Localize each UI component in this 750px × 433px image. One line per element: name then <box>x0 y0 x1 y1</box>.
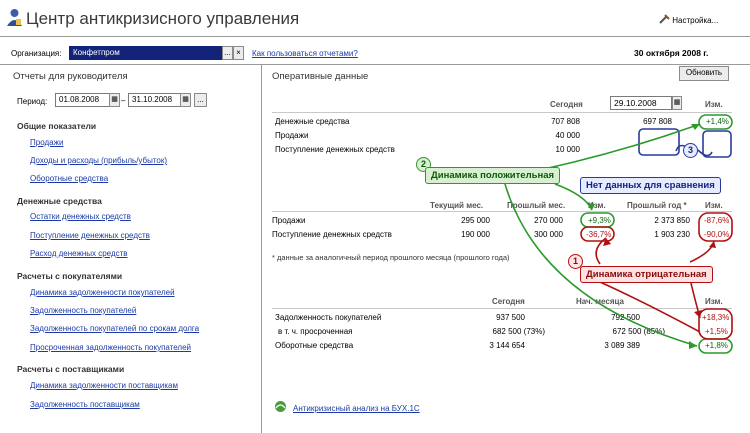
highlight-box <box>702 130 732 158</box>
highlight-oval <box>698 308 733 340</box>
arrow <box>689 240 715 263</box>
callout-nodata: Нет данных для сравнения <box>580 177 721 194</box>
highlight-oval <box>698 338 733 354</box>
callout-number-nodata: 3 <box>683 143 698 158</box>
annotation-arrows <box>489 114 733 354</box>
arrow <box>697 149 713 157</box>
highlight-oval <box>698 114 733 130</box>
arrow <box>599 281 701 333</box>
callout-negative: Динамика отрицательная <box>580 266 713 283</box>
highlight-oval <box>698 212 733 242</box>
callout-positive: Динамика положительная <box>425 167 561 184</box>
highlight-oval <box>580 212 615 228</box>
highlight-oval <box>580 226 615 242</box>
arrow-head <box>709 241 716 248</box>
arrow <box>504 183 698 347</box>
arrow-head <box>694 310 702 318</box>
arrow <box>595 237 607 265</box>
